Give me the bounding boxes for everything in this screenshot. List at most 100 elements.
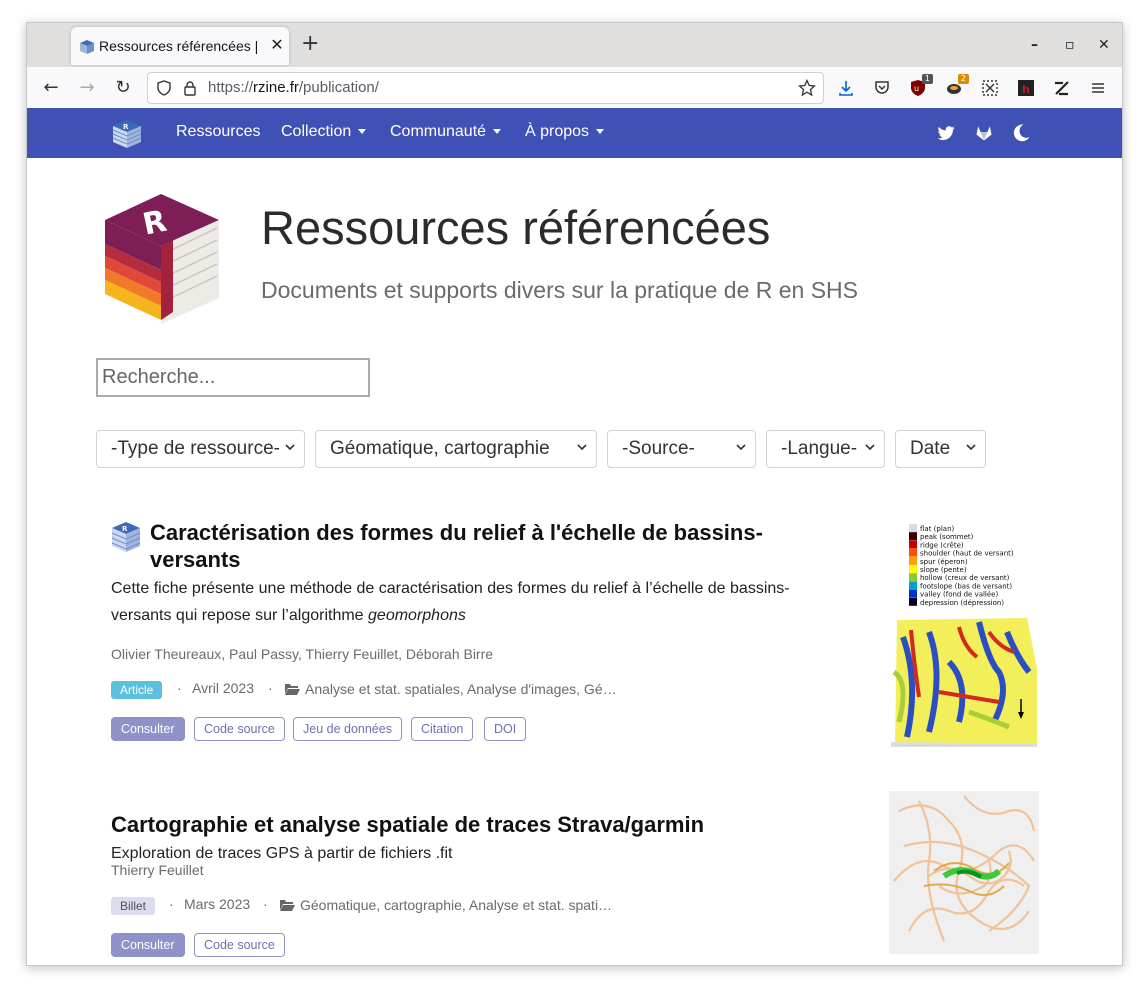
folder-open-icon — [285, 684, 300, 695]
reload-icon[interactable]: ↻ — [112, 77, 134, 99]
minimize-icon[interactable]: – — [1031, 37, 1038, 53]
legend-swatch — [909, 540, 917, 549]
svg-text:u: u — [914, 84, 919, 93]
new-tab-button[interactable]: + — [301, 33, 319, 55]
publication-authors[interactable]: Olivier Theureaux, Paul Passy, Thierry F… — [111, 646, 493, 662]
twitter-icon[interactable] — [936, 123, 956, 143]
dark-mode-moon-icon[interactable] — [1011, 123, 1031, 143]
publication-title[interactable]: Caractérisation des formes du relief à l… — [150, 519, 840, 573]
menu-ressources[interactable]: Ressources — [176, 123, 260, 141]
screenshot-icon[interactable] — [981, 79, 999, 97]
summary-emphasis: geomorphons — [368, 607, 466, 624]
source-select[interactable]: -Source- — [607, 430, 756, 468]
url-scheme: https:// — [208, 79, 254, 96]
url-text[interactable]: https://rzine.fr/publication/ — [208, 79, 379, 96]
theme-select[interactable]: Géomatique, cartographie — [315, 430, 597, 468]
menu-communaute[interactable]: Communauté — [390, 123, 502, 141]
rzine-logo-icon[interactable]: R — [111, 118, 143, 150]
address-bar[interactable]: https://rzine.fr/publication/ — [147, 72, 824, 104]
legend-label: ridge (crête) — [920, 541, 964, 549]
tab-title: Ressources référencées | R — [99, 38, 259, 54]
menu-a-propos[interactable]: À propos — [525, 123, 605, 141]
search-input[interactable] — [96, 358, 370, 397]
extension-hand-icon[interactable]: 2 — [945, 74, 969, 97]
download-icon[interactable] — [837, 79, 855, 97]
hypothesis-icon[interactable]: h — [1017, 79, 1035, 97]
chevron-down-icon — [736, 444, 746, 451]
date-select[interactable]: Date — [895, 430, 986, 468]
bookmark-star-icon[interactable] — [798, 79, 816, 97]
close-tab-icon[interactable]: ✕ — [267, 35, 287, 55]
separator-dot: · — [268, 680, 273, 696]
legend-swatch — [909, 573, 917, 582]
url-path: /publication/ — [298, 79, 379, 96]
consult-button[interactable]: Consulter — [111, 717, 185, 741]
page-title: Ressources référencées — [261, 201, 771, 254]
rzine-favicon-icon — [80, 40, 94, 54]
dataset-button[interactable]: Jeu de données — [293, 717, 402, 741]
legend-label: valley (fond de vallée) — [920, 591, 998, 599]
svg-text:R: R — [122, 525, 128, 533]
url-domain: rzine.fr — [253, 79, 299, 96]
legend-label: slope (pente) — [920, 566, 967, 574]
gitlab-icon[interactable] — [974, 123, 994, 143]
publication-categories[interactable]: Géomatique, cartographie, Analyse et sta… — [300, 897, 612, 913]
source-value: -Source- — [622, 438, 695, 459]
close-window-icon[interactable]: ✕ — [1098, 37, 1110, 53]
publication-type-badge[interactable]: Billet — [111, 897, 156, 915]
svg-text:h: h — [1022, 83, 1030, 96]
menu-collection-label: Collection — [281, 123, 352, 140]
browser-toolbar: ← → ↻ https://rzine.fr/publication/ u 1 … — [27, 67, 1122, 109]
source-code-button[interactable]: Code source — [194, 933, 285, 957]
legend-label: hollow (creux de versant) — [920, 574, 1010, 582]
legend-swatch — [909, 524, 917, 532]
ublock-badge: 1 — [921, 74, 933, 84]
legend-label: peak (sommet) — [920, 533, 974, 541]
browser-tab[interactable]: Ressources référencées | R ✕ — [71, 27, 289, 65]
doi-button[interactable]: DOI — [484, 717, 527, 741]
zotero-icon[interactable] — [1053, 79, 1071, 97]
menu-communaute-label: Communauté — [390, 123, 487, 140]
publication-title[interactable]: Cartographie et analyse spatiale de trac… — [111, 811, 811, 838]
separator-dot: · — [263, 896, 268, 912]
publication-categories[interactable]: Analyse et stat. spatiales, Analyse d'im… — [305, 681, 617, 697]
source-code-button[interactable]: Code source — [194, 717, 285, 741]
publication-summary: Cette fiche présente une méthode de cara… — [111, 575, 841, 629]
legend-swatch — [909, 597, 917, 606]
pocket-icon[interactable] — [873, 79, 891, 97]
folder-open-icon — [280, 900, 295, 911]
menu-collection[interactable]: Collection — [281, 123, 367, 141]
back-icon[interactable]: ← — [40, 77, 62, 99]
rzine-books-logo: R — [105, 194, 219, 324]
page-subtitle: Documents et supports divers sur la prat… — [261, 277, 859, 303]
resource-type-select[interactable]: -Type de ressource- — [96, 430, 305, 468]
legend-swatch — [909, 532, 917, 541]
lock-icon[interactable] — [182, 80, 198, 96]
citation-button[interactable]: Citation — [411, 717, 474, 741]
ublock-icon[interactable]: u 1 — [909, 74, 933, 97]
site-navbar: R Ressources Collection Communauté À pro… — [27, 108, 1122, 158]
legend-label: depression (dépression) — [920, 599, 1004, 607]
geomorphons-thumbnail[interactable]: flat (plan)peak (sommet)ridge (crête)sho… — [889, 522, 1039, 747]
svg-text:R: R — [123, 123, 129, 131]
chevron-down-icon — [966, 444, 976, 451]
maximize-icon[interactable]: ▫ — [1065, 37, 1075, 53]
strava-traces-thumbnail[interactable] — [889, 791, 1039, 954]
legend-swatches — [909, 524, 917, 606]
legend-label: flat (plan) — [920, 525, 955, 533]
main-content: R Ressources référencées Documents et su… — [27, 158, 1122, 965]
chevron-down-icon — [577, 444, 587, 451]
shield-icon[interactable] — [156, 80, 172, 96]
publication-authors[interactable]: Thierry Feuillet — [111, 862, 204, 878]
date-value: Date — [910, 438, 951, 459]
publication-type-badge[interactable]: Article — [111, 681, 163, 699]
legend-labels: flat (plan)peak (sommet)ridge (crête)sho… — [920, 525, 1014, 607]
forward-icon[interactable]: → — [76, 77, 98, 99]
legend-swatch — [909, 548, 917, 557]
legend-label: shoulder (haut de versant) — [920, 550, 1014, 558]
consult-button[interactable]: Consulter — [111, 933, 185, 957]
hamburger-menu-icon[interactable] — [1089, 79, 1107, 97]
legend-swatch — [909, 589, 917, 598]
language-select[interactable]: -Langue- — [766, 430, 885, 468]
legend-label: footslope (bas de versant) — [920, 582, 1012, 590]
